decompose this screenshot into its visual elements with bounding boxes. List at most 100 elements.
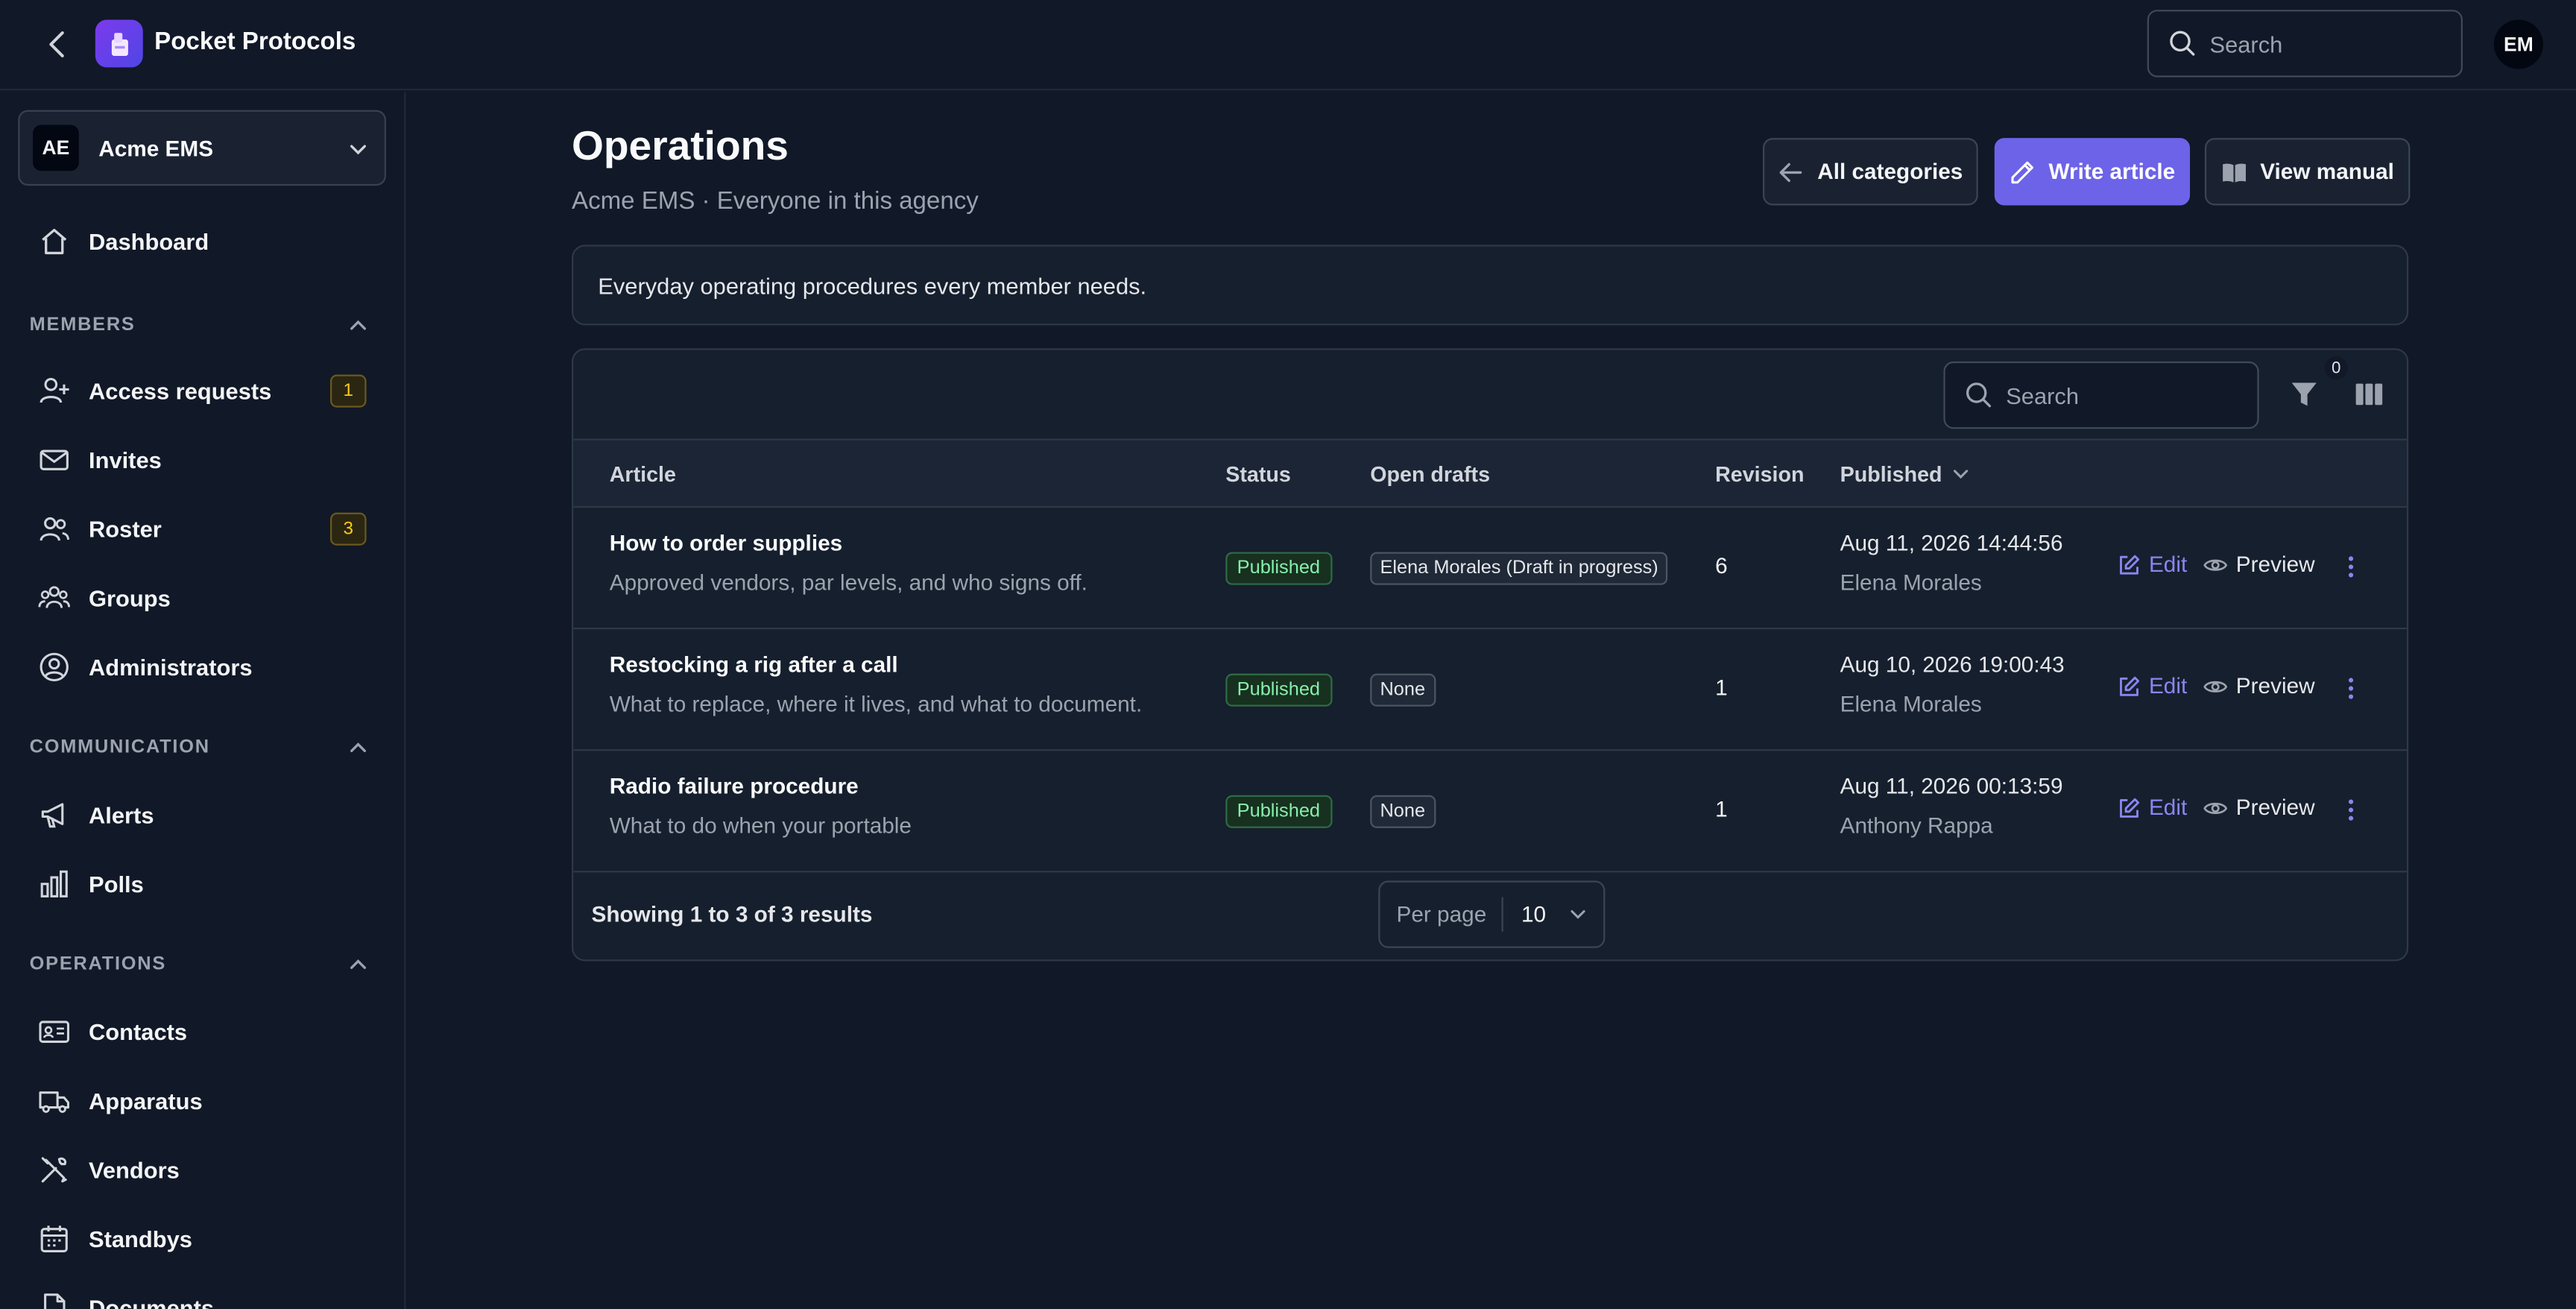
section-communication-toggle[interactable]: COMMUNICATION (30, 734, 368, 760)
chevron-down-icon (1569, 905, 1587, 923)
sidebar-item-label: Invites (89, 447, 162, 473)
write-article-button[interactable]: Write article (1994, 138, 2191, 206)
sidebar-item-access-requests[interactable]: Access requests 1 (19, 360, 384, 423)
envelope-icon (36, 442, 72, 478)
preview-label: Preview (2235, 552, 2315, 577)
count-badge: 3 (330, 512, 367, 546)
edit-button[interactable]: Edit (2118, 674, 2187, 698)
published-by: Anthony Rappa (1840, 813, 1993, 839)
app-window: Pocket Protocols EM AE Acme EMS Dashboar… (0, 0, 2576, 1309)
sidebar: AE Acme EMS Dashboard MEMBERS Access req… (0, 92, 406, 1309)
user-circle-icon (36, 649, 72, 685)
preview-button[interactable]: Preview (2203, 674, 2315, 698)
user-plus-icon (36, 373, 72, 409)
view-manual-label: View manual (2260, 159, 2394, 184)
per-page-select[interactable]: Per page 10 (1378, 880, 1606, 948)
sidebar-item-vendors[interactable]: Vendors (19, 1138, 384, 1201)
chevron-up-icon (348, 955, 367, 974)
org-name: Acme EMS (98, 135, 214, 160)
article-description: Approved vendors, par levels, and who si… (609, 570, 1087, 595)
edit-label: Edit (2148, 673, 2188, 698)
document-icon (36, 1290, 72, 1309)
section-members-toggle[interactable]: MEMBERS (30, 312, 368, 338)
all-categories-button[interactable]: All categories (1762, 138, 1978, 206)
table-search[interactable] (1943, 361, 2259, 429)
org-avatar: AE (33, 124, 79, 171)
global-search-input[interactable] (2209, 30, 2440, 57)
revision-number: 1 (1715, 796, 1728, 822)
sidebar-item-label: Documents (89, 1294, 215, 1309)
preview-button[interactable]: Preview (2203, 795, 2315, 820)
articles-table: 0 Article Status Open drafts Revision Pu… (572, 348, 2409, 962)
column-header-published[interactable]: Published (1840, 461, 1970, 486)
row-menu-button[interactable] (2334, 549, 2367, 584)
sidebar-item-administrators[interactable]: Administrators (19, 636, 384, 698)
pencil-icon (2011, 160, 2033, 183)
sidebar-item-documents[interactable]: Documents (19, 1277, 384, 1309)
chevron-down-icon (1954, 470, 1969, 479)
sidebar-item-contacts[interactable]: Contacts (19, 1000, 384, 1063)
published-date: Aug 10, 2026 19:00:43 (1840, 652, 2065, 678)
article-title-link[interactable]: Radio failure procedure (610, 774, 859, 798)
article-title-link[interactable]: Restocking a rig after a call (610, 652, 898, 677)
sidebar-item-groups[interactable]: Groups (19, 567, 384, 629)
truck-icon (36, 1083, 72, 1119)
sidebar-item-label: Polls (89, 871, 144, 898)
filter-button[interactable] (2287, 376, 2320, 412)
sidebar-item-dashboard[interactable]: Dashboard (19, 210, 384, 273)
article-description: What to do when your portable (609, 813, 912, 839)
edit-button[interactable]: Edit (2118, 795, 2187, 820)
eye-icon (2203, 680, 2228, 692)
eye-icon (2203, 558, 2228, 570)
edit-button[interactable]: Edit (2118, 552, 2187, 577)
table-search-input[interactable] (2006, 382, 2236, 409)
megaphone-icon (36, 797, 72, 833)
open-drafts-badge: Elena Morales (Draft in progress) (1370, 552, 1668, 585)
search-icon (2170, 31, 2195, 56)
sidebar-item-label: Alerts (89, 801, 154, 828)
identification-icon (36, 1014, 72, 1050)
search-icon (1966, 382, 1992, 408)
view-manual-button[interactable]: View manual (2204, 138, 2411, 206)
sidebar-item-invites[interactable]: Invites (19, 429, 384, 491)
section-title: OPERATIONS (29, 954, 167, 975)
status-badge: Published (1225, 673, 1332, 707)
section-operations-toggle[interactable]: OPERATIONS (30, 951, 368, 977)
column-header-status: Status (1225, 461, 1291, 487)
app-logo (95, 19, 143, 68)
chevron-down-icon (348, 138, 367, 168)
view-columns-icon (2355, 383, 2383, 406)
published-date: Aug 11, 2026 14:44:56 (1840, 530, 2063, 555)
sidebar-item-polls[interactable]: Polls (19, 853, 384, 915)
users-icon (36, 511, 72, 546)
back-button[interactable] (40, 23, 75, 66)
results-summary: Showing 1 to 3 of 3 results (591, 902, 873, 927)
preview-label: Preview (2235, 795, 2315, 820)
sidebar-item-apparatus[interactable]: Apparatus (19, 1070, 384, 1132)
row-menu-button[interactable] (2334, 792, 2367, 827)
preview-button[interactable]: Preview (2203, 552, 2315, 577)
sidebar-item-roster[interactable]: Roster 3 (19, 498, 384, 561)
per-page-value[interactable]: 10 (1521, 902, 1546, 927)
row-menu-button[interactable] (2334, 670, 2367, 706)
all-categories-label: All categories (1817, 159, 1963, 184)
sidebar-item-label: Contacts (89, 1018, 188, 1045)
article-title-link[interactable]: How to order supplies (610, 531, 842, 555)
user-avatar[interactable]: EM (2493, 19, 2543, 69)
published-date: Aug 11, 2026 00:13:59 (1840, 774, 2063, 799)
page-subtitle: Acme EMS · Everyone in this agency (572, 187, 979, 215)
published-by: Elena Morales (1840, 691, 1982, 716)
home-icon (36, 224, 72, 259)
global-search[interactable] (2147, 10, 2463, 78)
sidebar-item-standbys[interactable]: Standbys (19, 1208, 384, 1270)
sidebar-item-alerts[interactable]: Alerts (19, 783, 384, 846)
org-switcher[interactable]: AE Acme EMS (18, 110, 386, 186)
sidebar-item-label: Vendors (89, 1156, 180, 1183)
book-open-icon (2222, 163, 2246, 182)
preview-label: Preview (2235, 673, 2315, 698)
sidebar-item-label: Apparatus (89, 1088, 203, 1114)
column-toggle-button[interactable] (2352, 376, 2385, 412)
sidebar-item-label: Access requests (89, 377, 272, 405)
column-header-revision: Revision (1715, 461, 1805, 487)
status-badge: Published (1225, 795, 1332, 828)
